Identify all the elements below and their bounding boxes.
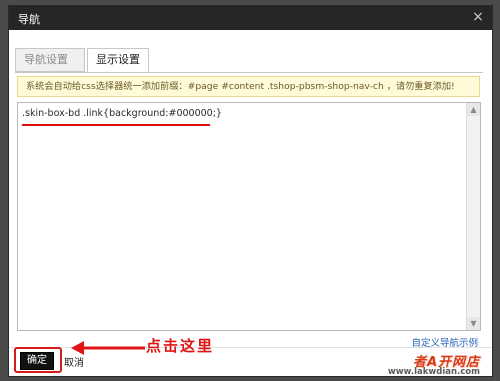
red-underline-annotation: [22, 124, 210, 126]
scroll-up-arrow-icon[interactable]: ▲: [467, 103, 480, 116]
tab-navigation-settings[interactable]: 导航设置: [15, 48, 85, 72]
dialog-titlebar[interactable]: 导航 ×: [9, 6, 492, 30]
annotation-arrow-icon: [71, 341, 145, 355]
editor-scrollbar[interactable]: ▲ ▼: [466, 103, 480, 330]
css-editor[interactable]: .skin-box-bd .link{background:#000000;} …: [17, 102, 481, 331]
click-here-annotation: 点击这里: [146, 337, 215, 355]
css-prefix-notice: 系统会自动给css选择器统一添加前缀：#page #content .tshop…: [17, 76, 480, 97]
scroll-down-arrow-icon[interactable]: ▼: [467, 317, 480, 330]
close-icon[interactable]: ×: [470, 9, 486, 25]
ok-button[interactable]: 确定: [20, 352, 54, 370]
tab-display-settings[interactable]: 显示设置: [87, 48, 149, 73]
tab-divider: [15, 72, 483, 73]
dialog-title: 导航: [18, 13, 40, 26]
watermark-url: www.lakwdian.com: [387, 367, 480, 377]
navigation-dialog: 导航 × 导航设置 显示设置 系统会自动给css选择器统一添加前缀：#page …: [8, 5, 493, 377]
css-editor-content[interactable]: .skin-box-bd .link{background:#000000;}: [22, 108, 222, 119]
